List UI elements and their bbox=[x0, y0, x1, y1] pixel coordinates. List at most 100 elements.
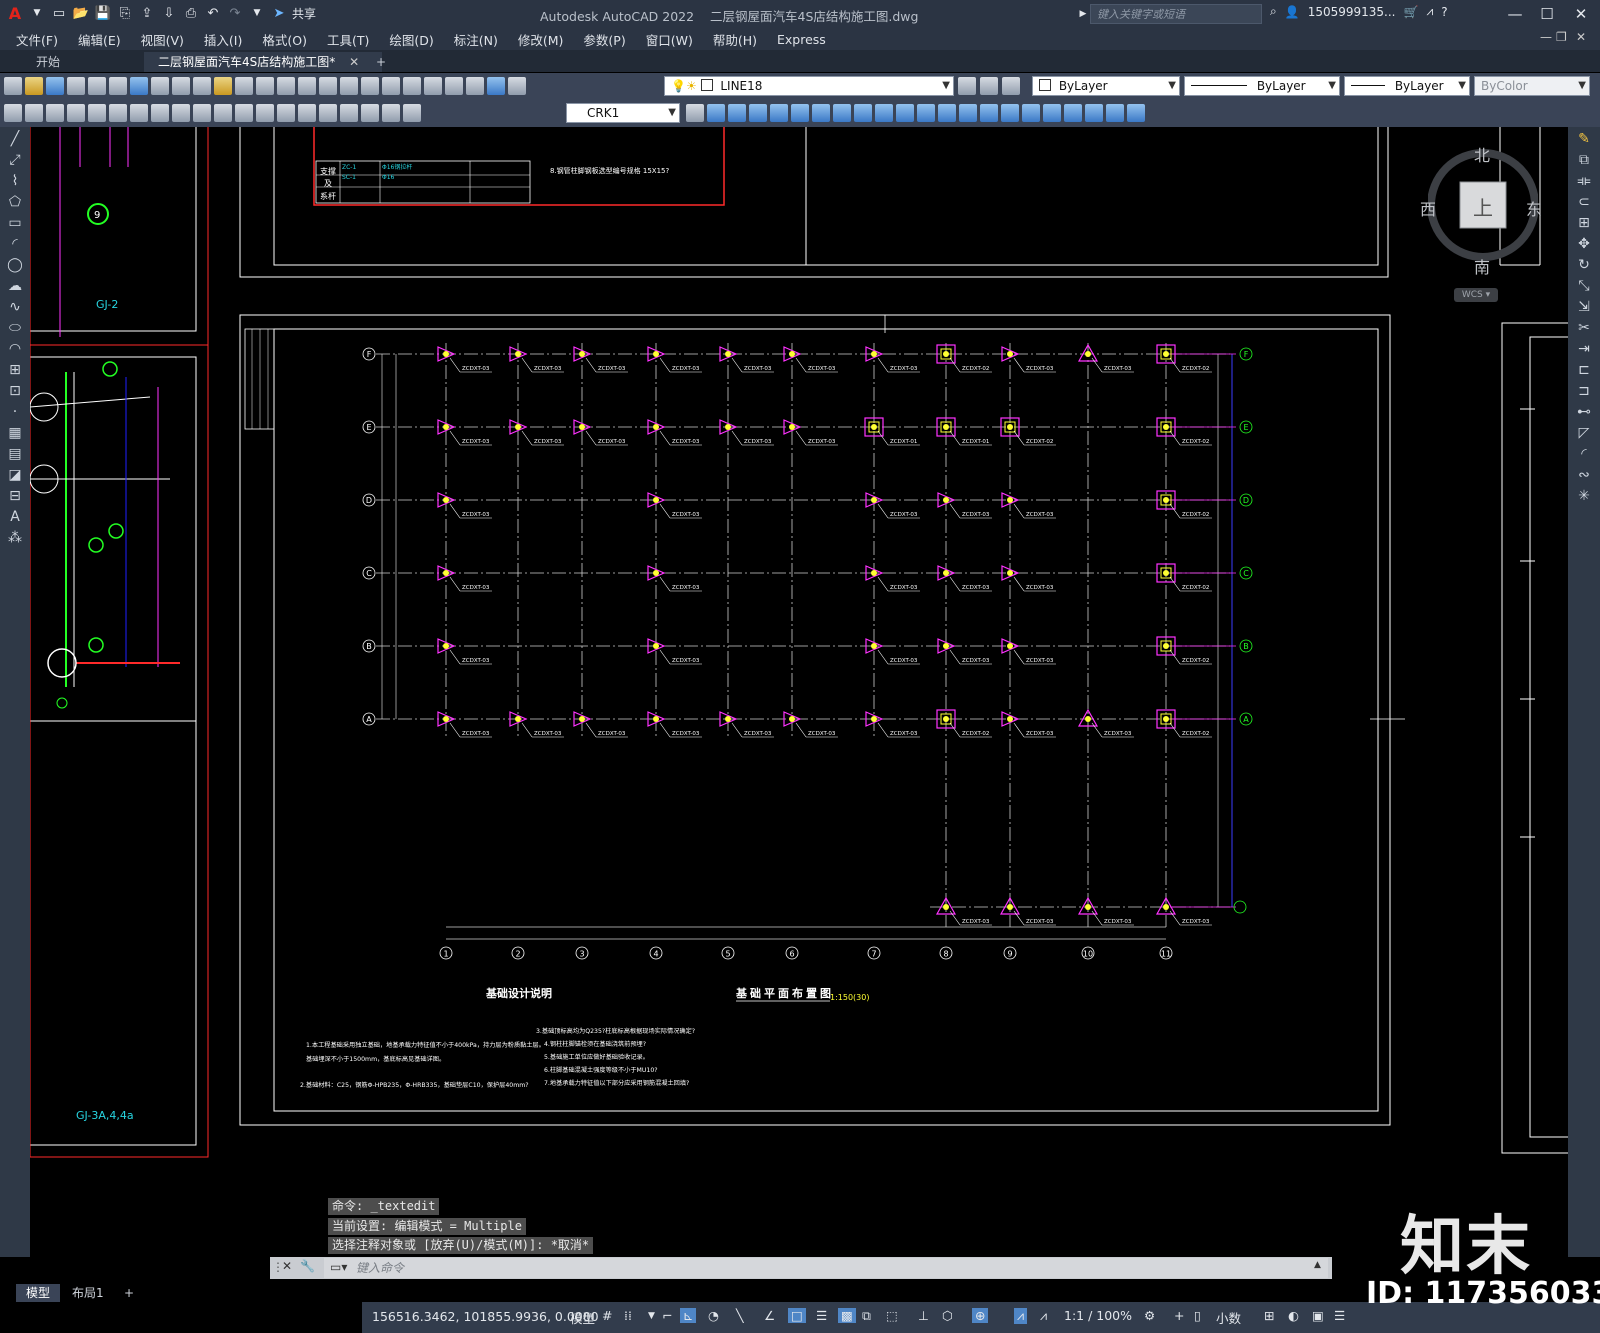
diameter-dim-icon[interactable] bbox=[130, 104, 148, 122]
menu-modify[interactable]: 修改(M) bbox=[508, 30, 574, 49]
layer-previous-icon[interactable] bbox=[980, 77, 998, 95]
make-current-layer-icon[interactable] bbox=[958, 77, 976, 95]
maximize-button[interactable]: ☐ bbox=[1532, 3, 1562, 25]
line-icon[interactable]: ╱ bbox=[6, 130, 24, 148]
save-icon[interactable] bbox=[46, 77, 64, 95]
tolerance-icon[interactable] bbox=[277, 104, 295, 122]
scale-icon[interactable] bbox=[854, 104, 872, 122]
point-icon[interactable]: · bbox=[6, 403, 24, 421]
make-block-icon[interactable]: ⊡ bbox=[6, 382, 24, 400]
new-icon[interactable] bbox=[4, 77, 22, 95]
dim-text-edit-icon[interactable] bbox=[382, 104, 400, 122]
explode-icon[interactable] bbox=[1022, 104, 1040, 122]
region-icon[interactable]: ◪ bbox=[6, 466, 24, 484]
mirror-icon[interactable]: ⟚ bbox=[1575, 172, 1593, 190]
open-web-icon[interactable]: ⇩ bbox=[160, 4, 178, 22]
blend-icon[interactable]: ∾ bbox=[1575, 466, 1593, 484]
save-icon[interactable]: 💾 bbox=[94, 4, 112, 22]
break-point-icon[interactable]: ⊏ bbox=[1575, 361, 1593, 379]
extend-icon[interactable]: ⇥ bbox=[1575, 340, 1593, 358]
lineweight-dropdown[interactable]: ByLayer ▼ bbox=[1344, 76, 1470, 96]
array-icon[interactable] bbox=[791, 104, 809, 122]
open-icon[interactable] bbox=[25, 77, 43, 95]
mtext-icon[interactable]: A bbox=[6, 508, 24, 526]
redo-icon[interactable]: ↷ bbox=[226, 4, 244, 22]
continue-dim-icon[interactable] bbox=[214, 104, 232, 122]
tab-drawing[interactable]: 二层钢屋面汽车4S店结构施工图* ✕ bbox=[144, 52, 382, 72]
gradient-icon[interactable]: ▤ bbox=[6, 445, 24, 463]
annotation-scale[interactable]: 1:1 / 100% bbox=[1064, 1308, 1132, 1323]
dim-space-icon[interactable] bbox=[235, 104, 253, 122]
break-icon[interactable] bbox=[938, 104, 956, 122]
tab-model[interactable]: 模型 bbox=[16, 1284, 61, 1302]
dim-break-icon[interactable] bbox=[256, 104, 274, 122]
compass-north[interactable]: 北 bbox=[1474, 142, 1490, 166]
menu-window[interactable]: 窗口(W) bbox=[636, 30, 703, 49]
copy-icon[interactable]: ⧉ bbox=[1575, 151, 1593, 169]
selection-cycling-icon[interactable]: ⧉ bbox=[862, 1308, 871, 1324]
customize-qat-icon[interactable]: ▼ bbox=[248, 4, 266, 22]
polar-tracking-icon[interactable]: ◔ bbox=[708, 1308, 719, 1323]
coordinate-readout[interactable]: 156516.3462, 101855.9936, 0.0000 bbox=[372, 1309, 599, 1324]
dimstyle-dropdown[interactable]: CRK1 ▼ bbox=[566, 103, 680, 123]
autodesk-a360-icon[interactable]: ⩘ bbox=[1426, 4, 1433, 19]
command-scroll-up-icon[interactable]: ▲ bbox=[1314, 1260, 1321, 1270]
bring-front-icon[interactable] bbox=[1064, 104, 1082, 122]
model-space-button[interactable]: 模型 bbox=[570, 1308, 595, 1327]
isodraft-icon[interactable]: ╲ bbox=[736, 1308, 744, 1323]
grid-icon[interactable]: # bbox=[602, 1308, 612, 1323]
close-button[interactable]: ✕ bbox=[1566, 3, 1596, 25]
dropdown-arrow-icon[interactable]: ▼ bbox=[28, 4, 46, 22]
menu-draw[interactable]: 绘图(D) bbox=[379, 30, 443, 49]
autocad-logo-icon[interactable]: A bbox=[6, 4, 24, 23]
annotation-monitor-icon[interactable]: + bbox=[1174, 1308, 1184, 1323]
stretch-icon[interactable] bbox=[875, 104, 893, 122]
rectangle-icon[interactable]: ▭ bbox=[6, 214, 24, 232]
publish-icon[interactable]: ⇪ bbox=[138, 4, 156, 22]
tab-start[interactable]: 开始 bbox=[22, 52, 160, 72]
clean-screen-icon[interactable]: ☰ bbox=[1334, 1308, 1345, 1323]
markup-icon[interactable] bbox=[445, 77, 463, 95]
ellipse-icon[interactable]: ⬭ bbox=[6, 319, 24, 337]
menu-insert[interactable]: 插入(I) bbox=[194, 30, 252, 49]
menu-file[interactable]: 文件(F) bbox=[0, 30, 68, 49]
doc-minimize-icon[interactable]: — bbox=[1540, 30, 1552, 44]
plot-icon[interactable]: ⎙ bbox=[182, 4, 200, 22]
cut-icon[interactable] bbox=[151, 77, 169, 95]
tab-layout1[interactable]: 布局1 bbox=[62, 1284, 114, 1302]
user-name[interactable]: 1505999135... bbox=[1308, 5, 1396, 19]
gizmo-icon[interactable]: ⊕ bbox=[972, 1308, 989, 1323]
offset-icon[interactable] bbox=[770, 104, 788, 122]
join-icon[interactable] bbox=[959, 104, 977, 122]
linetype-dropdown[interactable]: ByLayer ▼ bbox=[1184, 76, 1340, 96]
circle-icon[interactable]: ◯ bbox=[6, 256, 24, 274]
help-icon[interactable]: ? bbox=[1441, 5, 1447, 19]
inspection-icon[interactable] bbox=[319, 104, 337, 122]
dim-edit-icon[interactable] bbox=[361, 104, 379, 122]
match-properties-icon[interactable] bbox=[214, 77, 232, 95]
linear-dim-icon[interactable] bbox=[4, 104, 22, 122]
arc-length-icon[interactable] bbox=[46, 104, 64, 122]
menu-edit[interactable]: 编辑(E) bbox=[68, 30, 131, 49]
close-command-icon[interactable]: ✕ bbox=[282, 1259, 292, 1273]
print-preview-icon[interactable] bbox=[88, 77, 106, 95]
ordinate-dim-icon[interactable] bbox=[67, 104, 85, 122]
menu-dimension[interactable]: 标注(N) bbox=[444, 30, 508, 49]
calculator-icon[interactable] bbox=[466, 77, 484, 95]
compass-west[interactable]: 西 bbox=[1420, 196, 1436, 220]
design-center-icon[interactable] bbox=[382, 77, 400, 95]
publish-icon[interactable] bbox=[109, 77, 127, 95]
transparency-icon[interactable]: ▩ bbox=[838, 1308, 856, 1323]
quick-dim-icon[interactable] bbox=[172, 104, 190, 122]
fillet-icon[interactable] bbox=[1001, 104, 1019, 122]
compass-east[interactable]: 东 bbox=[1526, 196, 1542, 220]
paste-icon[interactable] bbox=[193, 77, 211, 95]
chamfer-icon[interactable]: ◸ bbox=[1575, 424, 1593, 442]
layer-properties-icon[interactable] bbox=[508, 77, 526, 95]
draw-order-icon[interactable] bbox=[1043, 104, 1061, 122]
spline-icon[interactable]: ∿ bbox=[6, 298, 24, 316]
array-icon[interactable]: ⊞ bbox=[1575, 214, 1593, 232]
erase-icon[interactable] bbox=[707, 104, 725, 122]
properties-icon[interactable] bbox=[361, 77, 379, 95]
add-layout-button[interactable]: + bbox=[114, 1284, 144, 1302]
